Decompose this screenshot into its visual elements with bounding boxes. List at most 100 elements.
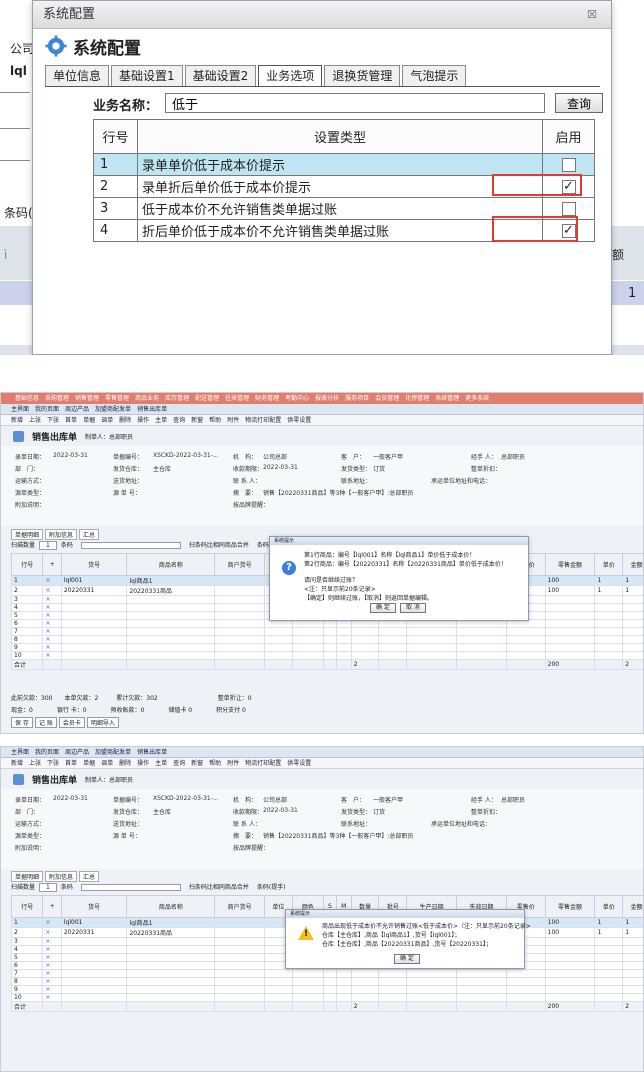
footer-button[interactable]: 明细导入 — [86, 717, 119, 728]
tab-bubble-tips[interactable]: 气泡提示 — [402, 65, 467, 86]
footer-button[interactable]: 保 存 — [11, 717, 33, 728]
delete-row-icon[interactable]: × — [42, 595, 62, 604]
toolbar-button[interactable]: 单据 — [83, 415, 95, 425]
toolbar-button[interactable]: 调单 — [101, 758, 113, 768]
merge-checkbox-label[interactable]: 扫条码比相同商品合并 — [189, 542, 249, 549]
field-value[interactable]: 销售【20220331商品】等3种【一般客户甲】:总部职员 — [263, 831, 413, 840]
page-tab[interactable]: 我的页面 — [35, 747, 59, 757]
menu-item[interactable]: 销售管理 — [75, 393, 99, 404]
delete-row-icon[interactable]: × — [42, 627, 62, 636]
menu-item[interactable]: 零售管理 — [105, 393, 129, 404]
toolbar-button[interactable]: 帮助 — [209, 758, 221, 768]
toolbar-button[interactable]: 上张 — [29, 758, 41, 768]
tab-basic-settings-1[interactable]: 基础设置1 — [111, 65, 183, 86]
field-value[interactable]: 销售【20220331商品】等3种【一般客户甲】:总部职员 — [263, 488, 413, 497]
page-tab[interactable]: 主界面 — [11, 404, 29, 414]
field-value[interactable]: XSCKD-2022-03-31-... — [153, 452, 219, 459]
toolbar-button[interactable]: 附件 — [227, 758, 239, 768]
table-row[interactable]: 7 × — [10, 969, 643, 978]
delete-row-icon[interactable]: × — [42, 953, 62, 962]
detail-tab[interactable]: 单据明细 — [11, 529, 44, 540]
page-tab[interactable]: 我的页面 — [35, 404, 59, 414]
toolbar-button[interactable]: 删除 — [119, 415, 131, 425]
page-tab[interactable]: 周边产品 — [65, 404, 89, 414]
close-icon[interactable]: ☒ — [587, 1, 597, 29]
delete-row-icon[interactable]: × — [42, 635, 62, 644]
page-tab[interactable]: 加盟商配发单 — [95, 747, 131, 757]
menu-item[interactable]: 财务管理 — [255, 393, 279, 404]
toolbar-button[interactable]: 新窗 — [191, 415, 203, 425]
scan-qty-input[interactable]: 1 — [39, 883, 57, 892]
toolbar-button[interactable]: 查询 — [173, 415, 185, 425]
tab-business-options[interactable]: 业务选项 — [258, 65, 323, 86]
query-button[interactable]: 查询 — [555, 93, 603, 113]
delete-row-icon[interactable]: × — [42, 977, 62, 986]
footer-button[interactable]: 记 账 — [34, 717, 57, 728]
toolbar-button[interactable]: 查询 — [173, 758, 185, 768]
delete-row-icon[interactable]: × — [42, 651, 62, 660]
delete-row-icon[interactable]: × — [42, 927, 62, 938]
toolbar-button[interactable]: 首单 — [65, 415, 77, 425]
table-row[interactable]: 7 × — [10, 627, 643, 636]
delete-row-icon[interactable]: × — [42, 993, 62, 1002]
detail-tab[interactable]: 汇总 — [79, 529, 100, 540]
table-row[interactable]: 9 × — [10, 985, 643, 994]
field-value[interactable]: 总部职员 — [501, 452, 525, 461]
detail-tab[interactable]: 汇总 — [79, 871, 100, 882]
toolbar-button[interactable]: 调单 — [101, 415, 113, 425]
cancel-button[interactable]: 取 消 — [400, 603, 426, 613]
toolbar-button[interactable]: 主单 — [155, 758, 167, 768]
toolbar-button[interactable]: 供零设置 — [287, 415, 311, 425]
menu-item[interactable]: 商品业务 — [135, 393, 159, 404]
delete-row-icon[interactable]: × — [42, 575, 62, 586]
delete-row-icon[interactable]: × — [42, 969, 62, 978]
toolbar-button[interactable]: 单据 — [83, 758, 95, 768]
delete-row-icon[interactable]: × — [42, 985, 62, 994]
menu-item[interactable]: 基础信息 — [15, 393, 39, 404]
toolbar-button[interactable]: 物流打印配置 — [245, 415, 281, 425]
field-value[interactable]: 一般客户甲 — [373, 452, 403, 461]
page-tab[interactable]: 销售出库单 — [137, 747, 167, 757]
menu-item[interactable]: 配送管理 — [195, 393, 219, 404]
field-value[interactable]: 公司总部 — [263, 452, 287, 461]
delete-row-icon[interactable]: × — [42, 619, 62, 628]
delete-row-icon[interactable]: × — [42, 643, 62, 652]
menu-item[interactable]: 系统管理 — [435, 393, 459, 404]
menu-item[interactable]: 采购管理 — [45, 393, 69, 404]
menu-item[interactable]: 服务项目 — [345, 393, 369, 404]
menu-item[interactable]: 会员管理 — [375, 393, 399, 404]
ok-button[interactable]: 确 定 — [370, 603, 396, 613]
tab-basic-settings-2[interactable]: 基础设置2 — [184, 65, 257, 86]
toolbar-button[interactable]: 上张 — [29, 415, 41, 425]
toolbar-button[interactable]: 首单 — [65, 758, 77, 768]
menu-item[interactable]: 报表分析 — [315, 393, 339, 404]
barcode-check-label[interactable]: 条码(提手) — [257, 884, 286, 891]
field-value[interactable]: 一般客户甲 — [373, 795, 403, 804]
toolbar-button[interactable]: 新增 — [11, 758, 23, 768]
toolbar-button[interactable]: 物流打印配置 — [245, 758, 281, 768]
toolbar-button[interactable]: 下张 — [47, 415, 59, 425]
tab-company-info[interactable]: 单位信息 — [45, 65, 110, 86]
menu-item[interactable]: 化停管理 — [405, 393, 429, 404]
detail-tab[interactable]: 附加信息 — [45, 871, 78, 882]
merge-checkbox-label[interactable]: 扫条码比相同商品合并 — [189, 884, 249, 891]
toolbar-button[interactable]: 帮助 — [209, 415, 221, 425]
table-row[interactable]: 9 × — [10, 643, 643, 652]
page-tab[interactable]: 周边产品 — [65, 747, 89, 757]
delete-row-icon[interactable]: × — [42, 585, 62, 596]
field-value[interactable]: 总部职员 — [501, 795, 525, 804]
table-row[interactable]: 8 × — [10, 635, 643, 644]
enable-checkbox[interactable] — [561, 201, 576, 216]
toolbar-button[interactable]: 主单 — [155, 415, 167, 425]
delete-row-icon[interactable]: × — [42, 937, 62, 946]
field-value[interactable]: 公司总部 — [263, 795, 287, 804]
field-value[interactable]: 订货 — [373, 464, 385, 473]
barcode-input[interactable] — [80, 542, 181, 549]
toolbar-button[interactable]: 操作 — [137, 415, 149, 425]
field-value[interactable]: XSCKD-2022-03-31-... — [153, 795, 219, 802]
menu-item[interactable]: 考勤中心 — [285, 393, 309, 404]
table-row[interactable]: 10 × — [10, 993, 643, 1002]
footer-button[interactable]: 会员卡 — [58, 717, 85, 728]
table-row[interactable]: 10 × — [10, 651, 643, 660]
barcode-input[interactable] — [80, 884, 181, 891]
